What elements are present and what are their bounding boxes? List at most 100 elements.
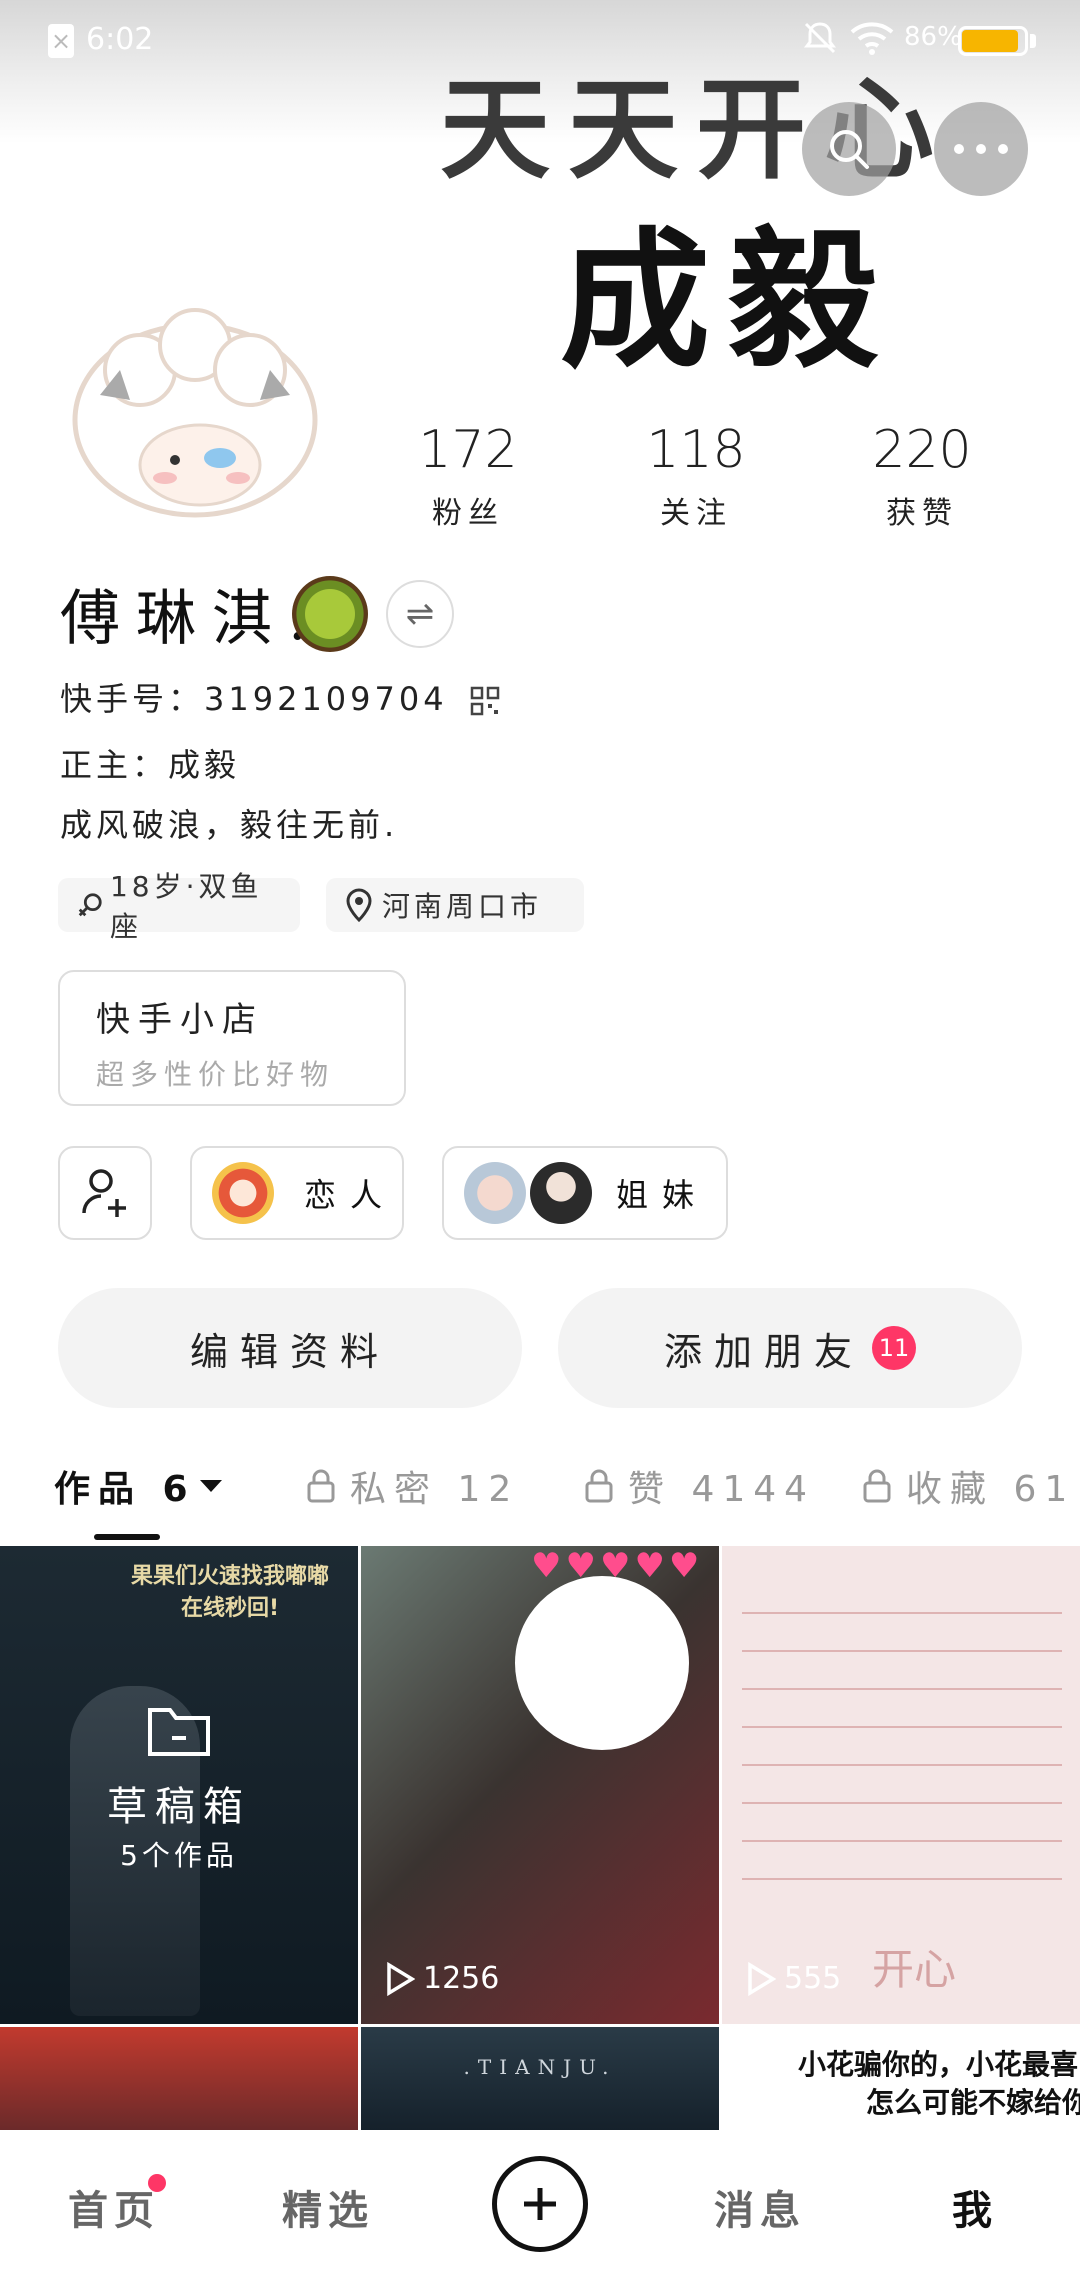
lock-icon	[307, 1469, 335, 1503]
play-icon	[387, 1961, 415, 1996]
battery-tip	[1030, 34, 1036, 48]
drafts-count: 5个作品	[120, 1839, 238, 1872]
grid-item-video-4[interactable]: .TIANJU.	[361, 2027, 719, 2130]
plus-icon	[524, 2188, 556, 2220]
battery-level	[962, 30, 1018, 52]
hearts-decoration: ♥♥♥♥♥	[531, 1546, 704, 1586]
tag-location-text: 河南周口市	[382, 890, 543, 923]
play-icon	[748, 1961, 776, 1996]
tab-works[interactable]: 作品 6	[54, 1460, 224, 1512]
grid-item-video-1[interactable]: ♥♥♥♥♥ 1256	[361, 1546, 719, 2024]
edit-profile-button[interactable]: 编辑资料	[58, 1288, 522, 1408]
grid-item-video-3[interactable]	[0, 2027, 358, 2130]
play-count: 1256	[385, 1961, 499, 1996]
add-person-icon	[82, 1169, 126, 1217]
stat-likes-label: 获赞	[886, 496, 958, 531]
letter-handwriting: 开心	[872, 1945, 957, 1994]
status-time: 6:02	[86, 22, 154, 57]
lock-icon	[863, 1469, 891, 1503]
stat-following-value: 118	[646, 420, 746, 480]
tag-age: 18岁·双鱼座	[58, 870, 300, 943]
stat-fans-value: 172	[418, 420, 518, 480]
relation-lover[interactable]: 恋人	[190, 1146, 404, 1240]
wifi-icon	[850, 22, 894, 55]
nav-featured-label: 精选	[282, 2188, 374, 2234]
search-icon	[830, 130, 869, 169]
drafts-title: 草稿箱	[107, 1784, 251, 1830]
tag-location: 河南周口市	[326, 878, 584, 932]
add-friend-button[interactable]: 添加朋友 11	[558, 1288, 1022, 1408]
nav-messages[interactable]: 消息	[714, 2178, 806, 2236]
tag-age-text: 18岁·双鱼座	[109, 870, 263, 943]
nav-home-label: 首页	[68, 2188, 160, 2234]
nav-me-label: 我	[952, 2188, 998, 2234]
profile-name: 傅琳淇.	[60, 584, 324, 654]
nav-featured[interactable]: 精选	[282, 2178, 374, 2236]
stat-fans[interactable]: 172 粉丝	[368, 420, 568, 532]
mute-bell-icon	[804, 22, 836, 54]
nav-me[interactable]: 我	[952, 2178, 998, 2236]
stat-following-label: 关注	[660, 496, 732, 531]
video-title-text: .TIANJU.	[463, 2055, 617, 2079]
swap-arrows-icon: ⇌	[405, 594, 435, 634]
edit-profile-label: 编辑资料	[189, 1329, 390, 1374]
tab-favorites[interactable]: 收藏 618	[862, 1460, 1072, 1512]
tab-active-indicator	[94, 1534, 160, 1540]
sister-avatar-1	[464, 1162, 526, 1224]
more-button[interactable]	[934, 102, 1028, 196]
tab-private[interactable]: 私密 12	[306, 1460, 519, 1512]
status-bar: × 6:02 86%	[0, 0, 1080, 80]
more-icon	[954, 144, 1008, 154]
create-button[interactable]	[492, 2156, 588, 2252]
notification-icon: ×	[48, 24, 74, 58]
zhengzhu-line: 正主：成毅	[60, 746, 241, 784]
gender-female-icon	[78, 893, 102, 917]
stat-likes[interactable]: 220 获赞	[822, 420, 1022, 532]
switch-account-button[interactable]: ⇌	[386, 580, 454, 648]
relation-sisters[interactable]: 姐妹	[442, 1146, 728, 1240]
nav-home[interactable]: 首页	[68, 2178, 160, 2236]
dropdown-triangle-icon	[199, 1480, 222, 1492]
tab-liked-label: 赞 4144	[628, 1469, 816, 1510]
stat-likes-value: 220	[872, 420, 972, 480]
add-friend-badge: 11	[872, 1326, 916, 1370]
kuaishou-id-text: 快手号：3192109704	[60, 680, 448, 718]
tab-favorites-label: 收藏 618	[906, 1469, 1072, 1510]
relation-lover-label: 恋人	[304, 1176, 397, 1214]
add-friend-label: 添加朋友	[663, 1329, 864, 1374]
shop-subtitle: 超多性价比好物	[96, 1058, 335, 1091]
grid-item-video-5[interactable]: 小花骗你的，小花最喜 怎么可能不嫁给你	[722, 2027, 1080, 2130]
lover-avatar	[212, 1162, 274, 1224]
video-text-1: 小花骗你的，小花最喜	[798, 2048, 1079, 2081]
letter-lines	[742, 1576, 1062, 1906]
add-relation-button[interactable]	[58, 1146, 152, 1240]
banner-text-2: 成毅	[560, 213, 897, 389]
kuaishou-shop-card[interactable]: 快手小店 超多性价比好物	[58, 970, 406, 1106]
stat-fans-label: 粉丝	[432, 496, 504, 531]
grid-item-drafts[interactable]: 果果们火速找我嘟嘟 在线秒回! 草稿箱 5个作品	[0, 1546, 358, 2024]
tab-private-label: 私密 12	[350, 1469, 520, 1510]
nav-messages-label: 消息	[714, 2188, 806, 2234]
shop-title: 快手小店	[96, 1000, 264, 1040]
kuaishou-id[interactable]: 快手号：3192109704	[60, 674, 500, 720]
kiwi-emoji-icon	[292, 576, 368, 652]
video-text-2: 怎么可能不嫁给你	[866, 2086, 1080, 2119]
play-count: 555	[746, 1961, 841, 1996]
relation-sisters-label: 姐妹	[616, 1176, 709, 1214]
search-button[interactable]	[802, 102, 896, 196]
battery-percent: 86%	[904, 22, 962, 52]
draft-caption: 果果们火速找我嘟嘟 在线秒回!	[130, 1564, 329, 1621]
lock-icon	[585, 1469, 613, 1503]
sister-avatar-2	[530, 1162, 592, 1224]
video-cover-cover	[515, 1576, 689, 1750]
folder-icon	[148, 1708, 210, 1756]
bio-line: 成风破浪，毅往无前.	[60, 806, 399, 844]
tab-works-label: 作品 6	[54, 1469, 196, 1510]
tab-liked[interactable]: 赞 4144	[584, 1460, 815, 1512]
play-count-text: 1256	[423, 1961, 500, 1996]
grid-item-video-2[interactable]: 开心 555	[722, 1546, 1080, 2024]
nav-home-dot	[148, 2174, 166, 2192]
qr-code-icon[interactable]	[470, 686, 500, 716]
avatar[interactable]	[60, 300, 330, 530]
stat-following[interactable]: 118 关注	[596, 420, 796, 532]
